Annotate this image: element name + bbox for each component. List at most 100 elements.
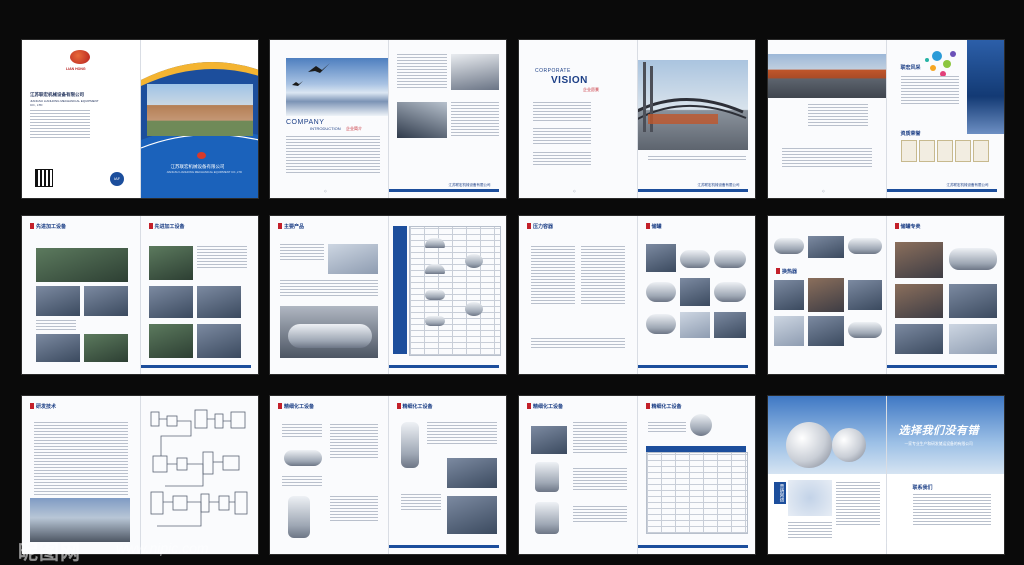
finechem2-vessel-1	[535, 462, 559, 492]
section-header: 先进加工设备	[148, 223, 185, 230]
slogan-sub: 一家专业生产和研发储运设备的有限公司	[904, 442, 973, 446]
vision-body-2	[533, 128, 591, 146]
vision-right-page: 江苏联宏机械设备有限公司	[636, 40, 755, 198]
dish-head-2	[424, 264, 445, 274]
page-number: ◇	[324, 189, 327, 193]
vision-title-1: CORPORATE	[535, 68, 571, 74]
filter-vessel	[400, 422, 419, 468]
finechem-body-6	[400, 494, 441, 512]
finechem-photo-1	[446, 458, 497, 488]
watermark-url: www.nipic.com	[116, 540, 209, 556]
product-photo-1	[328, 244, 378, 274]
section-header: 研发技术	[30, 403, 56, 410]
intro-body-right	[396, 54, 447, 90]
spread-fine-chemical-2: 精细化工设备 精细化工设备	[519, 396, 755, 554]
finechem-right-page: 精细化工设备	[387, 396, 506, 554]
spread-advanced-equipment: 先进加工设备 先进加工设备	[22, 216, 258, 374]
workshop-photo-4	[36, 334, 80, 362]
gallery-photo-1	[808, 236, 844, 258]
tank-photo-1	[645, 244, 676, 272]
footer-bar	[388, 545, 499, 548]
spec-table	[645, 452, 748, 534]
large-tank-graphic	[288, 324, 372, 348]
certificate-1	[900, 140, 917, 162]
intro-title: COMPANY	[286, 119, 325, 126]
finechem2-body-1	[573, 422, 627, 455]
honors-body-1	[808, 104, 868, 128]
company-name-en: JIANGSU LIANHONG MECHANICAL EQUIPMENT CO…	[30, 99, 99, 107]
workshop-photo-7	[148, 286, 193, 318]
footer-bar	[637, 545, 748, 548]
vessel-body-3	[531, 338, 625, 350]
finechem2-body-2	[573, 468, 627, 492]
gallery-left-page: 换热器	[768, 216, 886, 374]
footer-company: 江苏联宏机械设备有限公司	[697, 183, 740, 187]
logo-text: LIAN HONG	[66, 67, 86, 71]
honors-right-page: 联宏风采 资质荣誉 江苏联宏机械设备有限公司	[885, 40, 1004, 198]
gallery-photo-7	[894, 242, 943, 278]
workshop-photo-2	[36, 286, 80, 316]
products-body-1	[280, 244, 324, 262]
footer-bar	[140, 365, 251, 368]
gallery-tank-1	[774, 238, 804, 254]
finechem2-body-4	[647, 422, 686, 434]
honors-left-page: ◇	[768, 40, 886, 198]
section-title-honors: 资质荣誉	[900, 131, 921, 137]
section-header: 储罐专卖	[894, 223, 921, 230]
page-number: ◇	[573, 189, 576, 193]
vessel-right-page: 储罐	[636, 216, 755, 374]
section-header: 储罐	[645, 223, 662, 230]
section-header: 精细化工设备	[278, 403, 314, 410]
spread-back-cover: 营销网络 选择我们没有错 一家专业生产和研发储运设备的有限公司 联系我们	[768, 396, 1004, 554]
tank-photo-8	[679, 312, 710, 338]
horizontal-tank	[284, 450, 322, 466]
footer-bar	[388, 365, 499, 368]
finechem-body-4	[330, 496, 378, 523]
vessel-left-page: 压力容器	[519, 216, 637, 374]
section-header: 压力容器	[527, 223, 553, 230]
gallery-photo-8	[894, 284, 943, 318]
spread-honors: ◇ 联宏风采 资质荣誉 江苏联宏机械设备有限公司	[768, 40, 1004, 198]
cityscape-photo	[966, 40, 1004, 134]
iaf-badge: IAF	[110, 172, 124, 186]
equipment-right-page: 先进加工设备	[139, 216, 258, 374]
gallery-photo-6	[808, 316, 844, 346]
tank-photo-4	[645, 282, 676, 302]
footer-bar	[886, 189, 997, 192]
gallery-photo-3	[808, 278, 844, 312]
spread-tank-gallery: 换热器 储罐专卖	[768, 216, 1004, 374]
vision-tag: 企业愿景	[583, 87, 599, 92]
finechem-body-3	[282, 476, 322, 488]
spread-cover: LIAN HONG 江苏联宏机械设备有限公司 JIANGSU LIANHONG …	[22, 40, 258, 198]
sales-network-label: 营销网络	[774, 482, 786, 504]
vision-body-1	[533, 102, 591, 123]
rd-left-page: 研发技术	[22, 396, 140, 554]
workshop-photo-6	[148, 246, 193, 280]
intro-right-page: 江苏联宏机械设备有限公司	[387, 40, 506, 198]
gallery-photo-2	[774, 280, 804, 310]
back-right-page: 选择我们没有错 一家专业生产和研发储运设备的有限公司 联系我们	[885, 396, 1004, 554]
intro-subtitle: INTRODUCTION	[310, 126, 341, 131]
cover-back-page: LIAN HONG 江苏联宏机械设备有限公司 JIANGSU LIANHONG …	[22, 40, 140, 198]
cover-building-photo	[146, 84, 253, 136]
workshop-photo-3	[84, 286, 128, 316]
gate-arch-graphic	[637, 62, 746, 132]
finechem2-photo-1	[531, 426, 567, 454]
contact-lines	[30, 110, 90, 140]
certificate-4	[954, 140, 971, 162]
cover-front-page: 江苏联宏机械设备有限公司 JIANGSU LIANHONG MECHANICAL…	[139, 40, 258, 198]
equipment-body-1	[36, 320, 76, 332]
spread-company-intro: COMPANY INTRODUCTION 企业简介 ◇ 江苏联宏机械设备有限公司	[270, 40, 506, 198]
process-flow-diagram	[150, 409, 247, 527]
dish-head-4	[424, 316, 445, 326]
watermark-brand: 昵图网	[18, 542, 81, 564]
section-header: 先进加工设备	[30, 223, 66, 230]
footer-bar	[388, 189, 499, 192]
gallery-photo-9	[948, 284, 997, 318]
contact-header: 联系我们	[912, 485, 933, 491]
certificate-5	[972, 140, 989, 162]
gallery-right-page: 储罐专卖	[885, 216, 1004, 374]
products-left-page: 主要产品	[270, 216, 388, 374]
certificate-2	[918, 140, 935, 162]
company-name-cn: 江苏联宏机械设备有限公司	[30, 92, 84, 97]
